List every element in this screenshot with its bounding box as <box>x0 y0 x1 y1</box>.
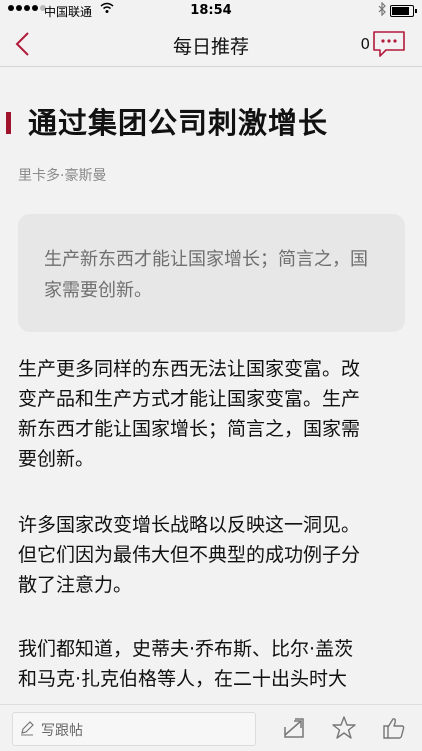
paragraph-line: 许多国家改变增长战略以反映这一洞见。 <box>18 514 361 536</box>
paragraph-line: 和马克·扎克伯格等人，在二十出头时大 <box>18 668 348 690</box>
bluetooth-icon <box>378 1 386 19</box>
status-bar: 中国联通 18:54 <box>0 0 422 22</box>
paragraph-line: 我们都知道，史蒂夫·乔布斯、比尔·盖茨 <box>18 638 354 660</box>
title-accent-bar <box>6 112 11 134</box>
comment-bubble-icon[interactable] <box>372 30 406 58</box>
paragraph-1: 生产更多同样的东西无法让国家变富。改 变产品和生产方式才能让国家变富。生产 新东… <box>18 354 410 474</box>
pencil-icon <box>19 720 35 736</box>
paragraph-line: 要创新。 <box>18 448 95 470</box>
paragraph-3: 我们都知道，史蒂夫·乔布斯、比尔·盖茨 和马克·扎克伯格等人，在二十出头时大 <box>18 634 410 694</box>
paragraph-line: 变产品和生产方式才能让国家变富。生产 <box>18 388 361 410</box>
bottom-toolbar: 写跟帖 <box>0 704 422 751</box>
comment-count[interactable]: 0 <box>360 35 370 53</box>
share-icon[interactable] <box>281 715 307 741</box>
write-comment-input[interactable]: 写跟帖 <box>12 712 256 746</box>
thumbs-up-icon[interactable] <box>381 715 407 741</box>
write-comment-label: 写跟帖 <box>41 723 83 739</box>
summary-text: 生产新东西才能让国家增长；简言之，国家需要创新。 <box>44 249 368 301</box>
article-author[interactable]: 里卡多·豪斯曼 <box>18 165 106 185</box>
battery-icon <box>390 5 417 17</box>
star-icon[interactable] <box>331 715 357 741</box>
paragraph-line: 但它们因为最伟大但不典型的成功例子分 <box>18 544 361 566</box>
paragraph-line: 新东西才能让国家增长；简言之，国家需 <box>18 418 361 440</box>
paragraph-line: 散了注意力。 <box>18 574 133 596</box>
paragraph-2: 许多国家改变增长战略以反映这一洞见。 但它们因为最伟大但不典型的成功例子分 散了… <box>18 510 410 600</box>
summary-box: 生产新东西才能让国家增长；简言之，国家需要创新。 <box>18 214 405 332</box>
clock: 18:54 <box>190 3 232 18</box>
article-title: 通过集团公司刺激增长 <box>28 106 329 140</box>
page-title: 每日推荐 <box>172 36 249 58</box>
nav-bar: 每日推荐 0 <box>0 22 422 67</box>
paragraph-line: 生产更多同样的东西无法让国家变富。改 <box>18 358 361 380</box>
